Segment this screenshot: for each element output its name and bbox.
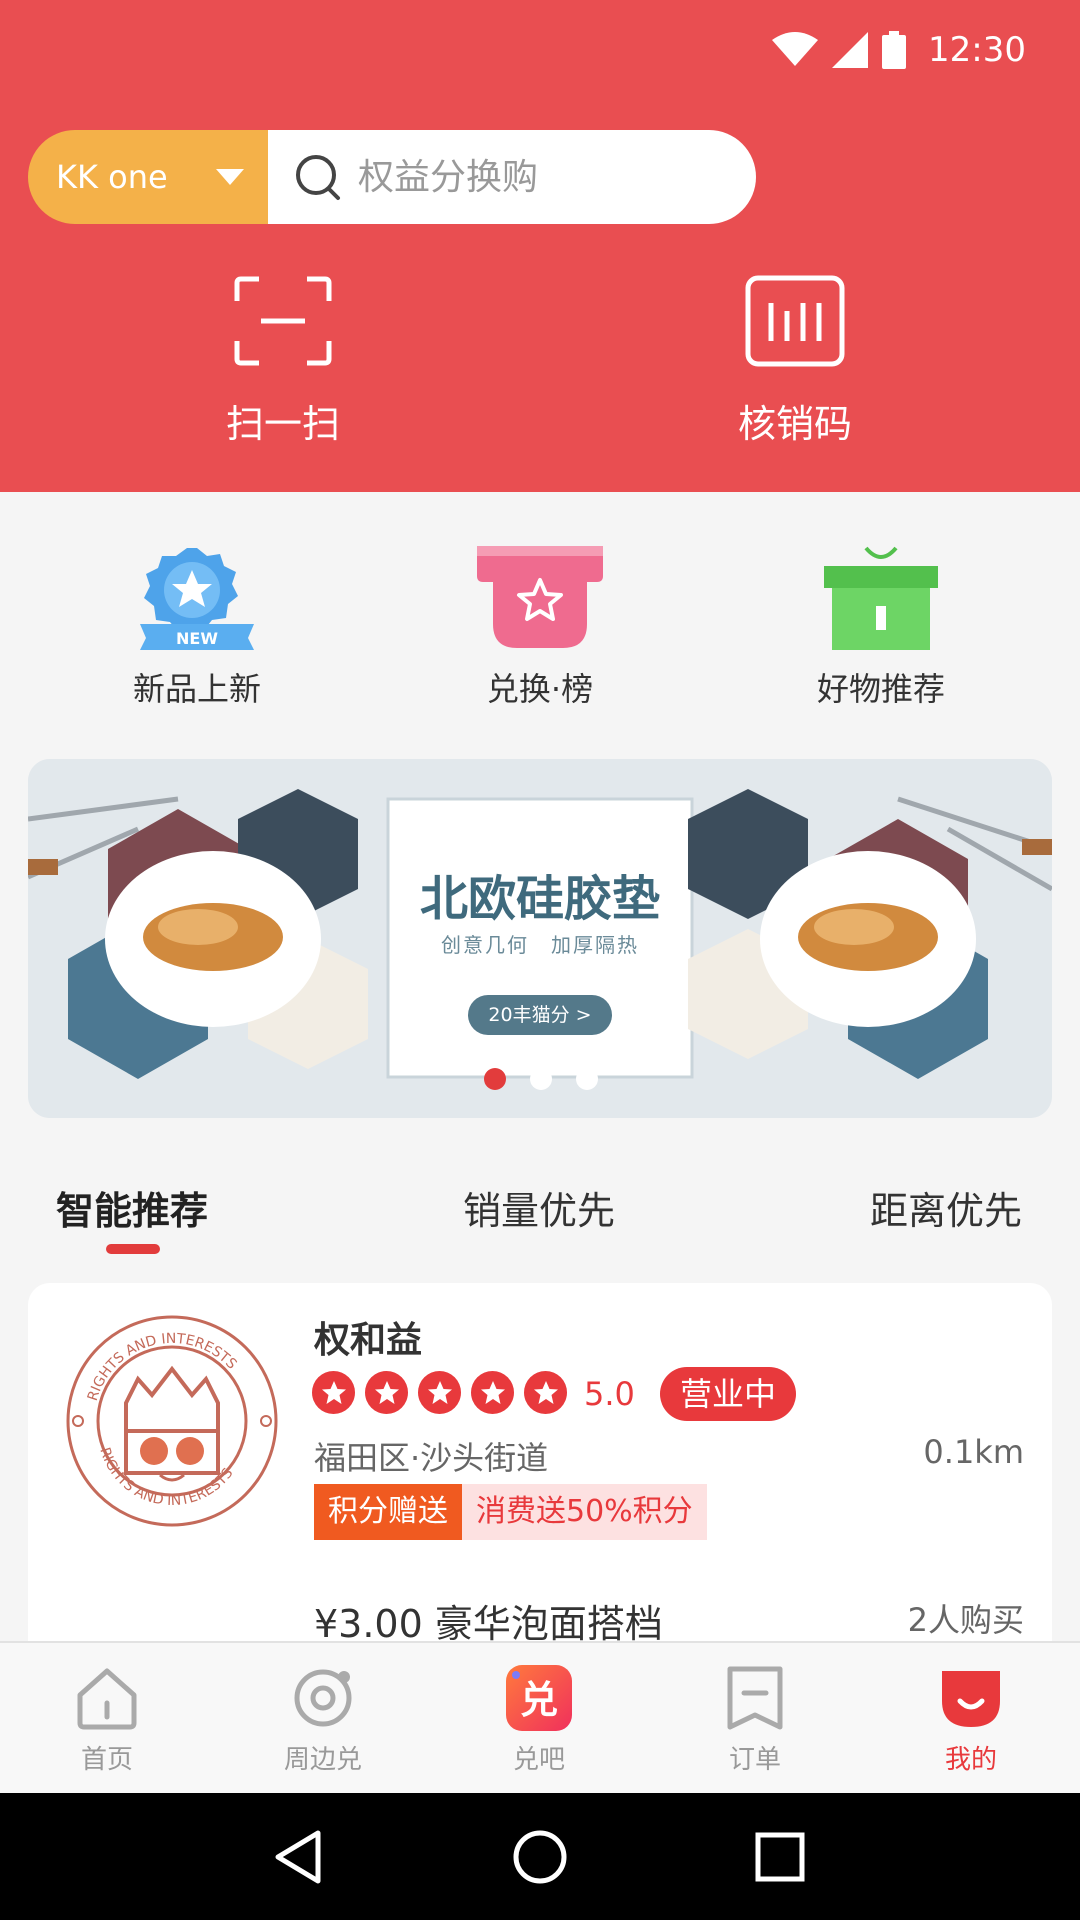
search-input[interactable] xyxy=(358,156,738,198)
star-icon xyxy=(312,1371,355,1414)
order-icon xyxy=(727,1666,783,1730)
status-badge: 营业中 xyxy=(660,1367,797,1421)
carousel-dots xyxy=(484,1068,598,1090)
nav-home[interactable]: 首页 xyxy=(27,1663,187,1776)
nav-profile[interactable]: 我的 xyxy=(891,1663,1051,1776)
home-icon xyxy=(77,1668,137,1730)
store-selector[interactable]: KK one xyxy=(28,130,268,224)
carousel-dot[interactable] xyxy=(530,1068,552,1090)
exchange-icon: 兑 xyxy=(506,1665,572,1731)
ranking-star-icon xyxy=(477,546,603,648)
buyer-count: 2人购买 xyxy=(907,1601,1024,1639)
tab-sales-first[interactable]: 销量优先 xyxy=(463,1180,615,1235)
tab-distance-first[interactable]: 距离优先 xyxy=(870,1180,1022,1235)
store-card[interactable]: RIGHTS AND INTERESTS RIGHTS AND INTEREST… xyxy=(28,1283,1052,1703)
promo-text: 消费送50%积分 xyxy=(462,1484,707,1540)
carousel-dot[interactable] xyxy=(576,1068,598,1090)
store-district: 福田区·沙头街道 xyxy=(314,1439,549,1477)
tab-smart-recommend[interactable]: 智能推荐 xyxy=(56,1180,208,1235)
search-row: KK one xyxy=(28,130,756,224)
back-icon[interactable] xyxy=(270,1827,330,1887)
banner-subtitle: 创意几何 加厚隔热 xyxy=(441,933,639,957)
nav-exchange-label: 兑吧 xyxy=(512,1745,565,1775)
nav-orders-label: 订单 xyxy=(728,1745,781,1775)
star-icon xyxy=(471,1371,514,1414)
home-button-icon[interactable] xyxy=(510,1827,570,1887)
exchange-icon-text: 兑 xyxy=(520,1678,558,1722)
banner-title: 北欧硅胶垫 xyxy=(419,871,660,927)
nav-nearby-label: 周边兑 xyxy=(283,1745,362,1775)
scan-label: 扫一扫 xyxy=(225,402,340,446)
barcode-icon xyxy=(745,275,845,367)
banner-cta-button[interactable]: 20丰猫分 > xyxy=(468,995,612,1035)
verify-code-label: 核销码 xyxy=(737,402,852,446)
category-ranking[interactable]: 兑换·榜 xyxy=(430,546,650,710)
nav-exchange[interactable]: 兑 兑吧 xyxy=(459,1663,619,1776)
promo-tags: 积分赠送 消费送50%积分 xyxy=(314,1484,707,1540)
tab-indicator xyxy=(106,1244,160,1254)
status-bar: 12:30 xyxy=(0,0,1080,104)
bottom-nav: 首页 周边兑 兑 兑吧 订单 我的 xyxy=(0,1641,1080,1793)
recents-icon[interactable] xyxy=(750,1827,810,1887)
store-name: 权和益 xyxy=(314,1320,423,1361)
carousel-dot[interactable] xyxy=(484,1068,506,1090)
new-badge-text: NEW xyxy=(176,629,218,648)
store-distance: 0.1km xyxy=(923,1433,1024,1471)
star-icon xyxy=(524,1371,567,1414)
nav-profile-label: 我的 xyxy=(944,1745,997,1775)
category-recommend[interactable]: 好物推荐 xyxy=(771,546,991,710)
promo-tag: 积分赠送 xyxy=(314,1484,462,1540)
category-ranking-label: 兑换·榜 xyxy=(486,670,594,708)
search-box[interactable] xyxy=(268,130,756,224)
gift-box-icon xyxy=(824,546,938,650)
star-icon xyxy=(418,1371,461,1414)
store-selector-label: KK one xyxy=(56,158,168,196)
new-badge-icon: NEW xyxy=(140,548,254,650)
header: 12:30 KK one 扫一扫 核销码 xyxy=(0,0,1080,492)
deal-item[interactable]: ¥3.00 豪华泡面搭档 xyxy=(314,1593,663,1648)
scan-button[interactable]: 扫一扫 xyxy=(163,275,403,448)
rating-value: 5.0 xyxy=(584,1375,635,1413)
nearby-icon xyxy=(294,1669,352,1727)
nav-home-label: 首页 xyxy=(80,1745,133,1775)
chevron-down-icon xyxy=(216,169,244,185)
profile-icon xyxy=(942,1671,1000,1727)
promo-banner[interactable]: 北欧硅胶垫 创意几何 加厚隔热 20丰猫分 > xyxy=(28,759,1052,1118)
nav-nearby[interactable]: 周边兑 xyxy=(243,1663,403,1776)
sort-tabs: 智能推荐 销量优先 距离优先 xyxy=(0,1180,1080,1260)
status-icons: 12:30 xyxy=(772,30,1026,70)
search-icon xyxy=(296,155,340,200)
store-logo: RIGHTS AND INTERESTS RIGHTS AND INTEREST… xyxy=(66,1315,278,1527)
rating-stars xyxy=(312,1371,567,1414)
category-new[interactable]: NEW 新品上新 xyxy=(87,546,307,710)
signal-icon xyxy=(832,32,869,68)
verify-code-button[interactable]: 核销码 xyxy=(675,275,915,448)
category-recommend-label: 好物推荐 xyxy=(816,670,945,708)
nav-orders[interactable]: 订单 xyxy=(675,1663,835,1776)
wifi-icon xyxy=(772,32,819,66)
system-nav-bar xyxy=(0,1793,1080,1920)
scan-icon xyxy=(234,276,332,366)
star-icon xyxy=(365,1371,408,1414)
status-time: 12:30 xyxy=(928,30,1026,70)
battery-icon xyxy=(882,31,907,69)
category-new-label: 新品上新 xyxy=(132,670,261,708)
